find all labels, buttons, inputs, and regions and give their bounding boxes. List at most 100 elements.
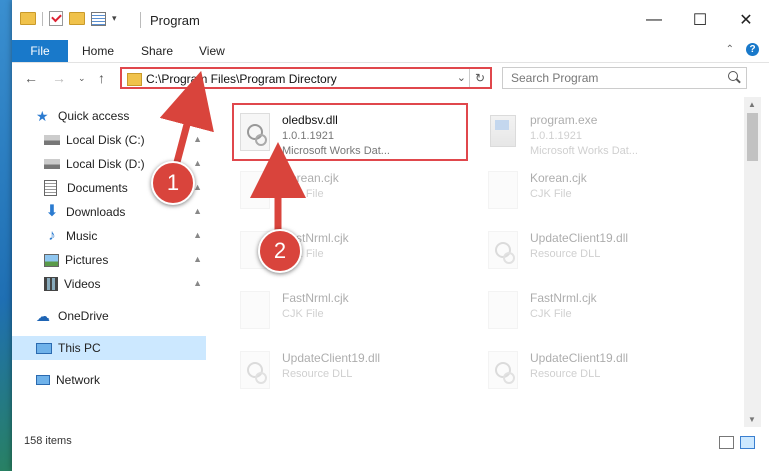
close-button[interactable]: ✕	[723, 0, 769, 40]
pictures-icon	[44, 253, 59, 267]
status-bar: 158 items	[12, 431, 769, 453]
file-name: UpdateClient19.dll	[530, 231, 629, 245]
file-name: FastNrml.cjk	[282, 291, 349, 305]
vertical-scrollbar[interactable]: ▲ ▼	[744, 97, 761, 427]
sidebar-item-pictures[interactable]: Pictures ▲	[12, 248, 206, 272]
file-name: Korean.cjk	[282, 171, 339, 185]
file-item-updateclient19-dll[interactable]: UpdateClient19.dll Resource DLL	[234, 343, 464, 399]
address-folder-icon	[127, 73, 142, 86]
file-version: 1.0.1.1921	[530, 130, 582, 142]
tab-file[interactable]: File	[12, 40, 68, 62]
file-item-updateclient19-dll[interactable]: UpdateClient19.dll Resource DLL	[482, 343, 712, 399]
file-type: Resource DLL	[530, 248, 601, 260]
documents-icon	[44, 180, 57, 196]
sidebar-item-label: Quick access	[58, 109, 130, 123]
cloud-icon: ☁	[36, 308, 50, 324]
file-name: UpdateClient19.dll	[530, 351, 629, 365]
scroll-up-icon[interactable]: ▲	[748, 100, 756, 109]
dll-file-icon	[240, 351, 270, 389]
folder-icon[interactable]	[20, 12, 36, 25]
file-type: Resource DLL	[282, 368, 353, 380]
navigation-pane: ★ Quick access Local Disk (C:) ▲ Local D…	[12, 97, 206, 427]
file-item-fastnrml-cjk[interactable]: FastNrml.cjk CJK File	[482, 283, 712, 339]
sidebar-item-label: Videos	[64, 277, 101, 291]
view-buttons	[719, 436, 755, 449]
chevron-up-icon[interactable]: ⌃	[726, 44, 734, 55]
properties-check-icon[interactable]	[49, 11, 63, 26]
file-type: CJK File	[530, 308, 572, 320]
drive-icon	[44, 135, 60, 145]
pin-icon[interactable]: ▲	[193, 254, 202, 264]
navigation-bar: ← → ⌄ ↑ C:\Program Files\Program Directo…	[12, 63, 769, 95]
pin-icon[interactable]: ▲	[193, 158, 202, 168]
address-dropdown-icon[interactable]: ⌄	[457, 71, 466, 84]
maximize-button[interactable]: ☐	[677, 0, 723, 40]
ribbon-controls: ⌃ ?	[726, 43, 759, 56]
star-icon: ★	[36, 108, 49, 124]
forward-arrow-icon[interactable]: →	[52, 70, 66, 86]
file-name: FastNrml.cjk	[530, 291, 597, 305]
tab-share[interactable]: Share	[141, 44, 173, 58]
step-1-callout: 1	[151, 161, 195, 205]
sidebar-item-network[interactable]: Network	[12, 368, 206, 392]
back-arrow-icon[interactable]: ←	[24, 70, 38, 86]
scroll-down-icon[interactable]: ▼	[748, 415, 756, 424]
music-icon: ♪	[48, 227, 56, 244]
large-icons-view-icon[interactable]	[740, 436, 755, 449]
sidebar-item-onedrive[interactable]: ☁ OneDrive	[12, 304, 206, 328]
blank-file-icon	[488, 291, 518, 329]
address-path[interactable]: C:\Program Files\Program Directory	[146, 72, 337, 86]
sidebar-item-music[interactable]: ♪ Music ▲	[12, 224, 206, 248]
ribbon-tabs: File Home Share View ⌃ ?	[12, 40, 769, 63]
file-item-korean-cjk[interactable]: Korean.cjk CJK File	[482, 163, 712, 219]
search-icon[interactable]	[728, 71, 738, 81]
blank-file-icon	[240, 291, 270, 329]
file-description: Microsoft Works Dat...	[530, 145, 638, 157]
item-count: 158 items	[24, 435, 72, 447]
pin-icon[interactable]: ▲	[193, 134, 202, 144]
blank-file-icon	[240, 171, 270, 209]
computer-icon	[36, 342, 52, 354]
file-item-updateclient19-dll[interactable]: UpdateClient19.dll Resource DLL	[482, 223, 712, 279]
file-item-fastnrml-cjk[interactable]: FastNrml.cjk CJK File	[234, 283, 464, 339]
file-name: oledbsv.dll	[282, 113, 338, 127]
file-item-program-exe[interactable]: program.exe 1.0.1.1921 Microsoft Works D…	[482, 105, 712, 161]
minimize-button[interactable]: —	[631, 0, 677, 40]
pin-icon[interactable]: ▲	[193, 230, 202, 240]
tab-view[interactable]: View	[199, 44, 225, 58]
address-bar[interactable]: C:\Program Files\Program Directory ⌄ ↻	[120, 67, 492, 89]
search-input[interactable]: Search Program	[502, 67, 747, 89]
sidebar-item-this-pc[interactable]: This PC	[12, 336, 206, 360]
customize-dropdown-icon[interactable]: ▾	[112, 13, 117, 24]
details-view-icon[interactable]	[719, 436, 734, 449]
up-arrow-icon[interactable]: ↑	[98, 70, 105, 86]
sidebar-item-label: Local Disk (D:)	[66, 157, 145, 171]
dll-file-icon	[240, 113, 270, 151]
sidebar-item-label: OneDrive	[58, 309, 109, 323]
dll-file-icon	[488, 351, 518, 389]
sidebar-item-label: Pictures	[65, 253, 109, 267]
download-icon: ⬇	[45, 203, 59, 220]
sidebar-item-label: Network	[56, 373, 101, 387]
quick-access-toolbar: ▾	[20, 11, 117, 26]
sidebar-item-local-disk-c[interactable]: Local Disk (C:) ▲	[12, 128, 206, 152]
step-2-callout: 2	[258, 229, 302, 273]
videos-icon	[44, 277, 58, 291]
help-icon[interactable]: ?	[746, 43, 759, 56]
file-item-oledbsv-dll[interactable]: oledbsv.dll 1.0.1.1921 Microsoft Works D…	[232, 103, 468, 161]
pin-icon[interactable]: ▲	[193, 206, 202, 216]
file-name: Korean.cjk	[530, 171, 587, 185]
sidebar-item-videos[interactable]: Videos ▲	[12, 272, 206, 296]
tab-home[interactable]: Home	[82, 44, 114, 58]
sidebar-item-quick-access[interactable]: ★ Quick access	[12, 104, 206, 128]
properties-icon[interactable]	[91, 11, 106, 26]
file-item-korean-cjk[interactable]: Korean.cjk CJK File	[234, 163, 464, 219]
pin-icon[interactable]: ▲	[193, 278, 202, 288]
scroll-thumb[interactable]	[747, 113, 758, 161]
file-description: Microsoft Works Dat...	[282, 145, 390, 157]
refresh-icon[interactable]: ↻	[469, 69, 490, 87]
dll-file-icon	[488, 231, 518, 269]
drive-icon	[44, 159, 60, 169]
new-folder-icon[interactable]	[69, 12, 85, 25]
recent-locations-chevron-icon[interactable]: ⌄	[78, 73, 86, 84]
